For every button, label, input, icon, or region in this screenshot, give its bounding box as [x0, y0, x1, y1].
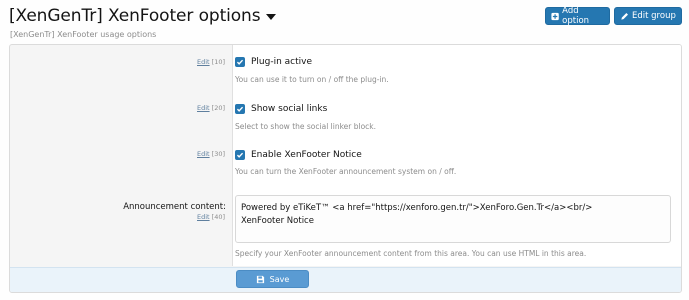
- edit-option-link-4[interactable]: Edit: [197, 213, 210, 221]
- option-edit-row-2: Edit [20]: [197, 104, 225, 112]
- page-description: [XenGenTr] XenFooter usage options: [10, 30, 157, 39]
- caret-down-icon[interactable]: [265, 14, 276, 20]
- option-order-1: [10]: [211, 58, 226, 66]
- announcement-label: Announcement content:: [123, 202, 226, 212]
- edit-group-button[interactable]: Edit group: [614, 7, 682, 25]
- show-social-links-checkbox[interactable]: Show social links: [235, 104, 327, 114]
- announcement-hint: Specify your XenFooter announcement cont…: [235, 249, 587, 258]
- plus-square-icon: [551, 12, 559, 20]
- add-option-label: Add option: [562, 6, 590, 26]
- save-button[interactable]: Save: [236, 270, 309, 288]
- option-edit-row-4: Edit [40]: [197, 213, 225, 221]
- option-order-3: [30]: [211, 150, 226, 158]
- checkmark-icon: [235, 104, 245, 114]
- plugin-active-hint: You can use it to turn on / off the plug…: [235, 75, 389, 84]
- form-footer-bar: [10, 267, 681, 292]
- option-order-4: [40]: [211, 213, 226, 221]
- plugin-active-label: Plug-in active: [251, 57, 313, 67]
- show-social-links-hint: Select to show the social linker block.: [235, 122, 377, 131]
- enable-notice-hint: You can turn the XenFooter announcement …: [235, 167, 457, 176]
- enable-notice-checkbox[interactable]: Enable XenFooter Notice: [235, 150, 362, 160]
- option-edit-row-3: Edit [30]: [197, 150, 225, 158]
- enable-notice-label: Enable XenFooter Notice: [251, 150, 362, 160]
- page-title-text: [XenGenTr] XenFooter options: [9, 6, 261, 26]
- plugin-active-checkbox[interactable]: Plug-in active: [235, 57, 312, 67]
- edit-group-label: Edit group: [632, 11, 676, 21]
- show-social-links-label: Show social links: [251, 104, 328, 114]
- save-label: Save: [269, 274, 290, 284]
- pencil-icon: [621, 12, 629, 20]
- page-title: [XenGenTr] XenFooter options: [9, 6, 276, 26]
- edit-option-link-3[interactable]: Edit: [197, 150, 210, 158]
- option-edit-row-1: Edit [10]: [197, 58, 225, 66]
- edit-option-link-2[interactable]: Edit: [197, 104, 210, 112]
- checkmark-icon: [235, 57, 245, 67]
- floppy-disk-icon: [256, 275, 264, 283]
- announcement-content-textarea[interactable]: Powered by eTiKeT™ <a href="https://xenf…: [235, 195, 671, 243]
- option-order-2: [20]: [211, 104, 226, 112]
- add-option-button[interactable]: Add option: [545, 6, 610, 26]
- edit-option-link-1[interactable]: Edit: [197, 58, 210, 66]
- checkmark-icon: [235, 150, 245, 160]
